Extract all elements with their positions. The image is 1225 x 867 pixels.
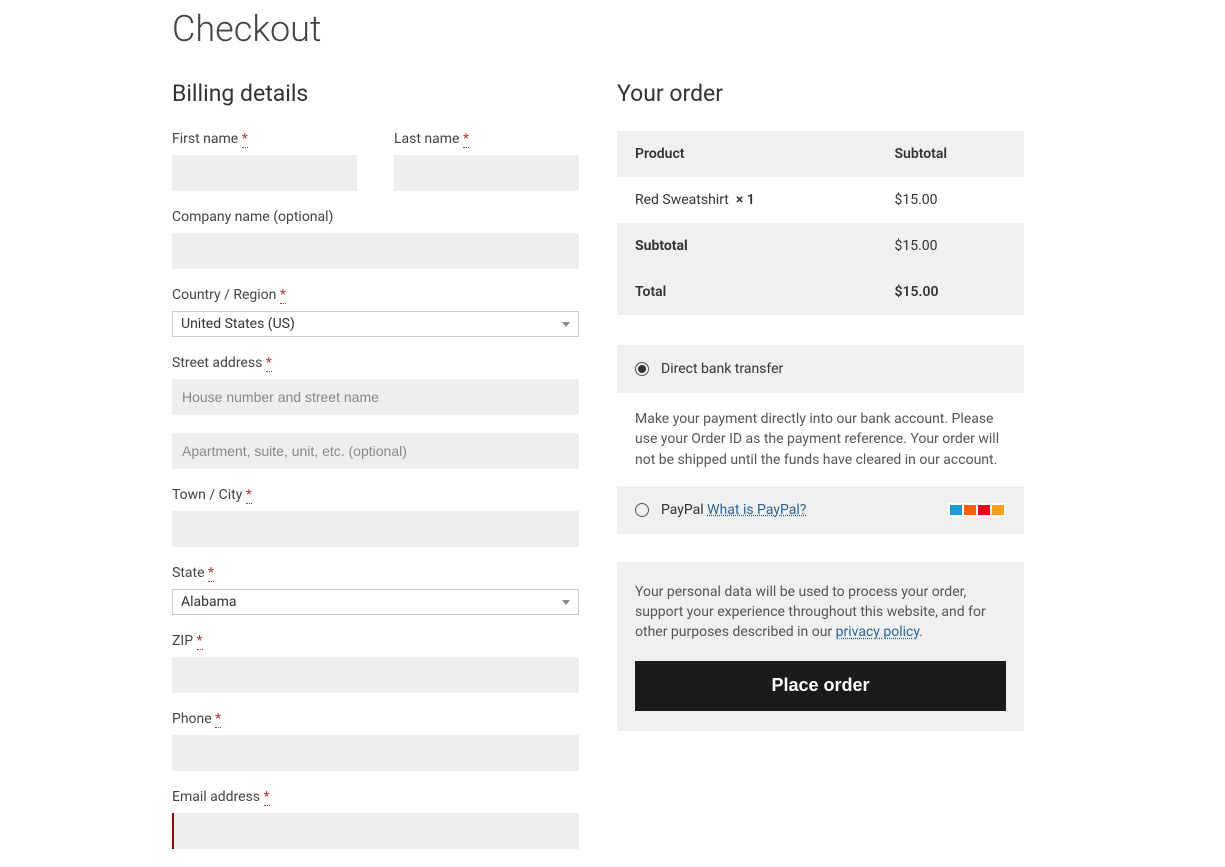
phone-label-text: Phone [172, 711, 212, 727]
chevron-down-icon [562, 322, 570, 327]
country-select[interactable]: United States (US) [172, 311, 579, 337]
zip-label: ZIP * [172, 633, 579, 649]
billing-section: Billing details First name * Last name * [172, 80, 579, 867]
paypal-whatis-link[interactable]: What is PayPal? [707, 502, 806, 518]
chevron-down-icon [562, 600, 570, 605]
table-row: Red Sweatshirt × 1 $15.00 [617, 177, 1024, 223]
email-label-text: Email address [172, 789, 260, 805]
state-label-text: State [172, 565, 205, 581]
order-table: Product Subtotal Red Sweatshirt × 1 $15.… [617, 131, 1024, 315]
city-input[interactable] [172, 511, 579, 547]
payment-paypal-label: PayPal [661, 502, 704, 518]
company-input[interactable] [172, 233, 579, 269]
payment-bank-option[interactable]: Direct bank transfer [617, 345, 1024, 393]
item-name: Red Sweatshirt [635, 192, 729, 208]
payment-bank-desc: Make your payment directly into our bank… [617, 393, 1024, 486]
city-label: Town / City * [172, 487, 579, 503]
privacy-text-after: . [919, 624, 923, 640]
item-qty: × 1 [736, 192, 755, 208]
col-product: Product [617, 131, 876, 177]
radio-icon [635, 503, 649, 517]
required-mark: * [215, 711, 221, 728]
col-subtotal: Subtotal [876, 131, 1024, 177]
last-name-label-text: Last name [394, 131, 459, 147]
required-mark: * [264, 789, 270, 806]
place-order-button[interactable]: Place order [635, 661, 1006, 711]
privacy-box: Your personal data will be used to proce… [617, 562, 1024, 731]
country-label-text: Country / Region [172, 287, 276, 303]
page-title: Checkout [172, 8, 1053, 50]
order-section: Your order Product Subtotal Red Sweatshi… [617, 80, 1024, 867]
zip-label-text: ZIP [172, 633, 193, 649]
radio-icon [635, 362, 649, 376]
first-name-input[interactable] [172, 155, 357, 191]
email-label: Email address * [172, 789, 579, 805]
company-label: Company name (optional) [172, 209, 579, 225]
privacy-text-before: Your personal data will be used to proce… [635, 584, 986, 641]
required-mark: * [197, 633, 203, 650]
table-row: Subtotal $15.00 [617, 223, 1024, 269]
state-select[interactable]: Alabama [172, 589, 579, 615]
first-name-label: First name * [172, 131, 357, 147]
subtotal-label: Subtotal [617, 223, 876, 269]
order-heading: Your order [617, 80, 1024, 107]
payment-methods: Direct bank transfer Make your payment d… [617, 345, 1024, 534]
required-mark: * [266, 355, 272, 372]
phone-label: Phone * [172, 711, 579, 727]
zip-input[interactable] [172, 657, 579, 693]
last-name-input[interactable] [394, 155, 579, 191]
subtotal-value: $15.00 [876, 223, 1024, 269]
street2-input[interactable] [172, 433, 579, 469]
billing-heading: Billing details [172, 80, 579, 107]
state-value: Alabama [181, 594, 237, 610]
item-amount: $15.00 [876, 177, 1024, 223]
total-label: Total [617, 269, 876, 315]
city-label-text: Town / City [172, 487, 242, 503]
required-mark: * [280, 287, 286, 304]
total-value: $15.00 [876, 269, 1024, 315]
payment-paypal-option[interactable]: PayPal What is PayPal? [617, 486, 1024, 534]
street-label-text: Street address [172, 355, 262, 371]
country-label: Country / Region * [172, 287, 579, 303]
first-name-label-text: First name [172, 131, 238, 147]
state-label: State * [172, 565, 579, 581]
privacy-policy-link[interactable]: privacy policy [836, 624, 920, 640]
required-mark: * [242, 131, 248, 148]
privacy-text: Your personal data will be used to proce… [635, 582, 1006, 643]
street-input[interactable] [172, 379, 579, 415]
required-mark: * [208, 565, 214, 582]
street-label: Street address * [172, 355, 579, 371]
country-value: United States (US) [181, 316, 295, 332]
paypal-logo-icon [948, 503, 1006, 517]
last-name-label: Last name * [394, 131, 579, 147]
payment-bank-label: Direct bank transfer [661, 361, 783, 377]
phone-input[interactable] [172, 735, 579, 771]
email-input[interactable] [172, 813, 579, 849]
table-row: Total $15.00 [617, 269, 1024, 315]
required-mark: * [463, 131, 469, 148]
required-mark: * [246, 487, 252, 504]
